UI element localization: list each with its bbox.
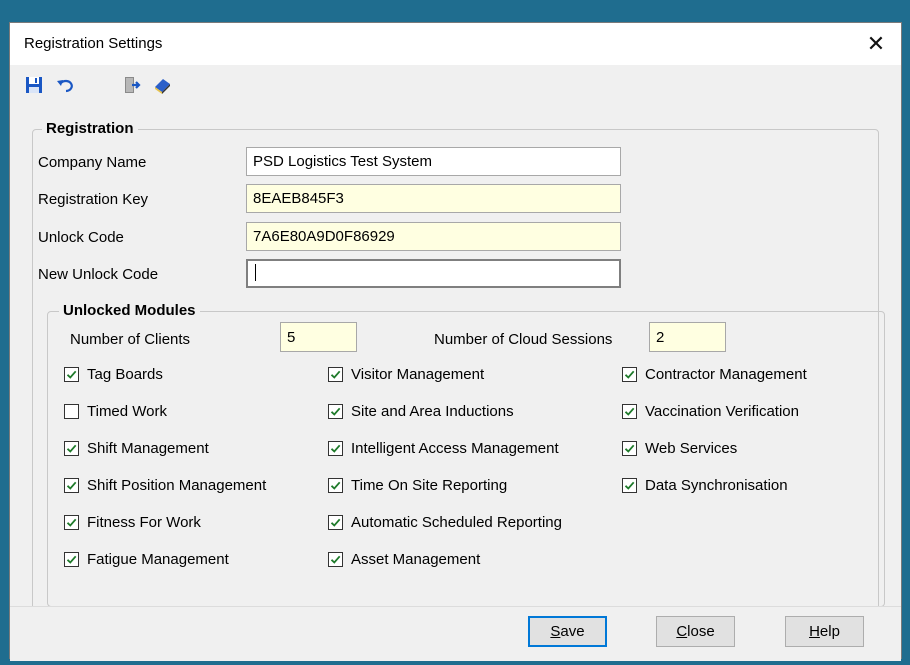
number-of-clients-input[interactable]	[280, 322, 357, 352]
checkbox-label: Shift Management	[87, 440, 209, 457]
checkbox-site-and-area-inductions[interactable]: Site and Area Inductions	[328, 403, 514, 420]
checkbox-timed-work[interactable]: Timed Work	[64, 403, 167, 420]
cloud-sessions-label: Number of Cloud Sessions	[434, 331, 613, 348]
checkbox-label: Contractor Management	[645, 366, 807, 383]
registration-legend: Registration	[42, 120, 138, 137]
checkbox-label: Data Synchronisation	[645, 477, 788, 494]
checkmark-icon	[622, 441, 637, 456]
window-title: Registration Settings	[24, 35, 163, 52]
checkbox-label: Vaccination Verification	[645, 403, 799, 420]
company-name-input[interactable]	[246, 147, 621, 176]
new-unlock-code-input[interactable]	[246, 259, 621, 288]
checkmark-icon	[622, 404, 637, 419]
button-bar	[10, 606, 901, 661]
checkbox-label: Timed Work	[87, 403, 168, 420]
checkbox-time-on-site-reporting[interactable]: Time On Site Reporting	[328, 477, 507, 494]
checkbox-label: Site and Area Inductions	[351, 403, 514, 420]
checkbox-contractor-management[interactable]: Contractor Management	[622, 366, 807, 383]
checkbox-label: Time On Site Reporting	[351, 477, 508, 494]
help-button[interactable]: Help	[785, 616, 864, 647]
checkmark-icon	[328, 441, 343, 456]
checkmark-icon	[64, 552, 79, 567]
checkbox-label: Web Services	[645, 440, 738, 457]
checkmark-icon	[328, 367, 343, 382]
checkbox-label: Fatigue Management	[87, 551, 229, 568]
undo-icon[interactable]	[55, 75, 75, 95]
company-name-label: Company Name	[38, 154, 147, 171]
checkbox-fatigue-management[interactable]: Fatigue Management	[64, 551, 229, 568]
checkbox-label: Visitor Management	[351, 366, 485, 383]
new-unlock-code-label: New Unlock Code	[38, 266, 159, 283]
save-button[interactable]: Save	[528, 616, 607, 647]
checkbox-tag-boards[interactable]: Tag Boards	[64, 366, 163, 383]
close-button[interactable]: Close	[656, 616, 735, 647]
checkmark-icon	[622, 478, 637, 493]
checkmark-icon	[64, 367, 79, 382]
checkmark-icon	[64, 478, 79, 493]
exit-icon[interactable]	[122, 75, 142, 95]
save-label-rest: ave	[560, 623, 585, 640]
checkmark-icon	[328, 515, 343, 530]
close-window-button[interactable]: ✕	[859, 27, 893, 61]
checkbox-asset-management[interactable]: Asset Management	[328, 551, 480, 568]
checkbox-label: Asset Management	[351, 551, 481, 568]
title-bar: Registration Settings ✕	[10, 23, 901, 65]
checkbox-visitor-management[interactable]: Visitor Management	[328, 366, 484, 383]
checkmark-icon	[328, 404, 343, 419]
cloud-sessions-input[interactable]	[649, 322, 726, 352]
checkbox-fitness-for-work[interactable]: Fitness For Work	[64, 514, 201, 531]
empty-checkbox-icon	[64, 404, 79, 419]
save-icon[interactable]	[24, 75, 44, 95]
checkbox-shift-management[interactable]: Shift Management	[64, 440, 209, 457]
checkbox-label: Automatic Scheduled Reporting	[351, 514, 562, 531]
close-label-rest: lose	[687, 623, 715, 640]
checkbox-automatic-scheduled-reporting[interactable]: Automatic Scheduled Reporting	[328, 514, 562, 531]
registration-key-input[interactable]	[246, 184, 621, 213]
number-of-clients-label: Number of Clients	[70, 331, 191, 348]
checkbox-label: Tag Boards	[87, 366, 163, 383]
registration-settings-dialog: Registration Settings ✕ Registration Com…	[9, 22, 902, 661]
checkbox-shift-position-management[interactable]: Shift Position Management	[64, 477, 266, 494]
help-label-rest: elp	[819, 623, 840, 640]
unlock-code-input[interactable]	[246, 222, 621, 251]
checkbox-intelligent-access-management[interactable]: Intelligent Access Management	[328, 440, 559, 457]
text-cursor	[255, 264, 256, 281]
checkbox-label: Shift Position Management	[87, 477, 267, 494]
save-accel: S	[550, 623, 561, 640]
checkmark-icon	[64, 441, 79, 456]
checkbox-data-synchronisation[interactable]: Data Synchronisation	[622, 477, 788, 494]
close-accel: C	[676, 623, 688, 640]
checkmark-icon	[622, 367, 637, 382]
registration-key-label: Registration Key	[38, 191, 149, 208]
checkmark-icon	[328, 552, 343, 567]
checkbox-label: Fitness For Work	[87, 514, 201, 531]
help-accel: H	[809, 623, 820, 640]
checkbox-label: Intelligent Access Management	[351, 440, 559, 457]
checkmark-icon	[328, 478, 343, 493]
help-book-icon[interactable]	[152, 75, 172, 95]
checkbox-vaccination-verification[interactable]: Vaccination Verification	[622, 403, 799, 420]
checkmark-icon	[64, 515, 79, 530]
checkbox-web-services[interactable]: Web Services	[622, 440, 737, 457]
unlocked-modules-legend: Unlocked Modules	[59, 302, 200, 319]
unlock-code-label: Unlock Code	[38, 229, 124, 246]
